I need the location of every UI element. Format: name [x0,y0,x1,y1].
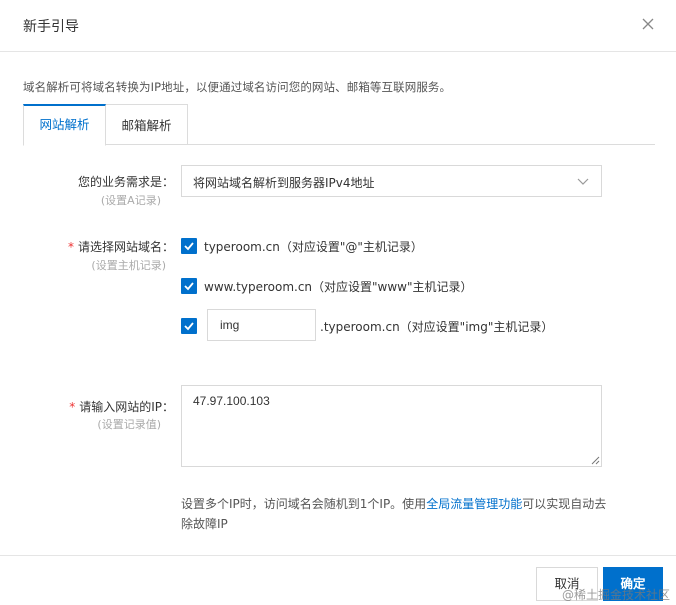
domain-option-label: www.typeroom.cn（对应设置"www"主机记录） [204,280,473,294]
required-mark: * [69,400,76,414]
business-sublabel: (设置A记录) [100,194,161,207]
domain-option-label: typeroom.cn（对应设置"@"主机记录） [204,240,423,254]
business-label: 您的业务需求是： [77,175,174,189]
required-mark: * [67,240,74,254]
intro-text: 域名解析可将域名转换为IP地址，以便通过域名访问您的网站、邮箱等互联网服务。 [23,80,452,94]
tab-website-resolution[interactable]: 网站解析 [23,104,106,146]
check-icon [184,242,194,251]
dialog-header: 新手引导 [0,0,676,52]
check-icon [184,282,194,291]
tab-bar: 网站解析 邮箱解析 [23,104,655,146]
help-text: 设置多个IP时，访问域名会随机到1个IP。使用全局流量管理功能可以实现自动去除故… [181,497,607,531]
checkbox-custom-domain[interactable] [181,318,197,334]
tab-mail-resolution[interactable]: 邮箱解析 [106,104,188,145]
domain-sublabel: (设置主机记录) [91,259,166,272]
watermark: @稀土掘金技术社区 [561,588,670,602]
custom-domain-suffix: .typeroom.cn（对应设置"img"主机记录） [320,320,554,334]
checkbox-www-domain[interactable] [181,278,197,294]
dialog-title: 新手引导 [23,19,79,35]
ip-sublabel: (设置记录值) [97,418,161,431]
global-traffic-link[interactable]: 全局流量管理功能 [426,497,522,511]
checkbox-root-domain[interactable] [181,238,197,254]
close-icon[interactable] [638,14,658,34]
ip-label: * 请输入网站的IP： [69,400,174,414]
ip-input[interactable]: 47.97.100.103 [181,385,602,467]
chevron-down-icon [577,178,589,185]
check-icon [184,322,194,331]
business-select[interactable]: 将网站域名解析到服务器IPv4地址 [181,165,602,197]
close-button[interactable] [638,14,658,34]
business-select-value: 将网站域名解析到服务器IPv4地址 [193,176,375,190]
domain-label: * 请选择网站域名： [67,240,174,254]
host-prefix-input[interactable] [207,309,316,341]
resize-handle-icon[interactable] [590,455,600,465]
